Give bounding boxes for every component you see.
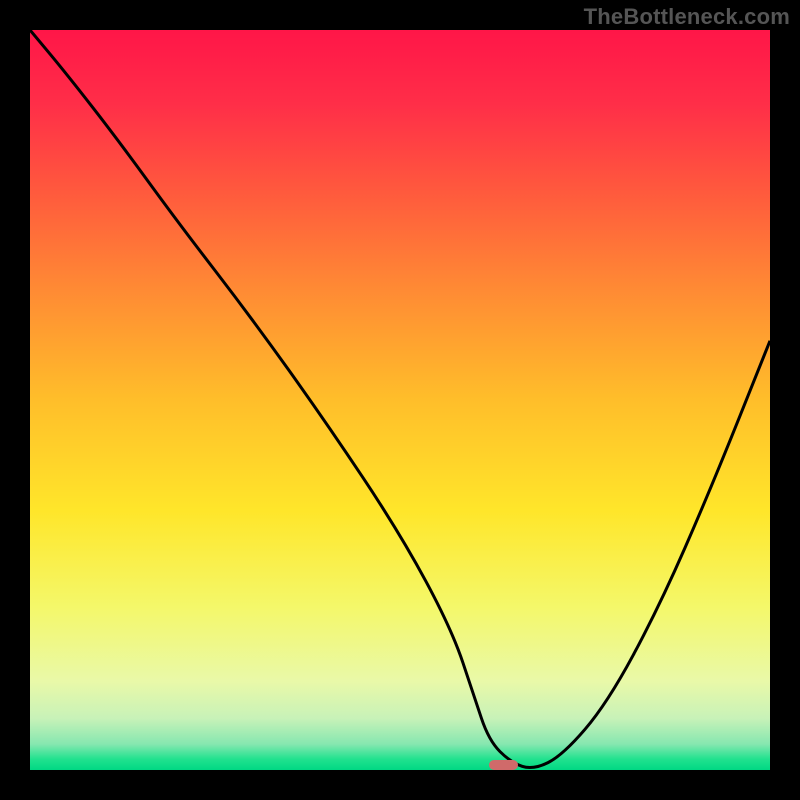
chart-frame: TheBottleneck.com: [0, 0, 800, 800]
watermark-text: TheBottleneck.com: [584, 4, 790, 30]
plot-area: [30, 30, 770, 770]
bottleneck-curve: [30, 30, 770, 768]
curve-svg: [30, 30, 770, 770]
optimum-marker: [489, 760, 519, 770]
